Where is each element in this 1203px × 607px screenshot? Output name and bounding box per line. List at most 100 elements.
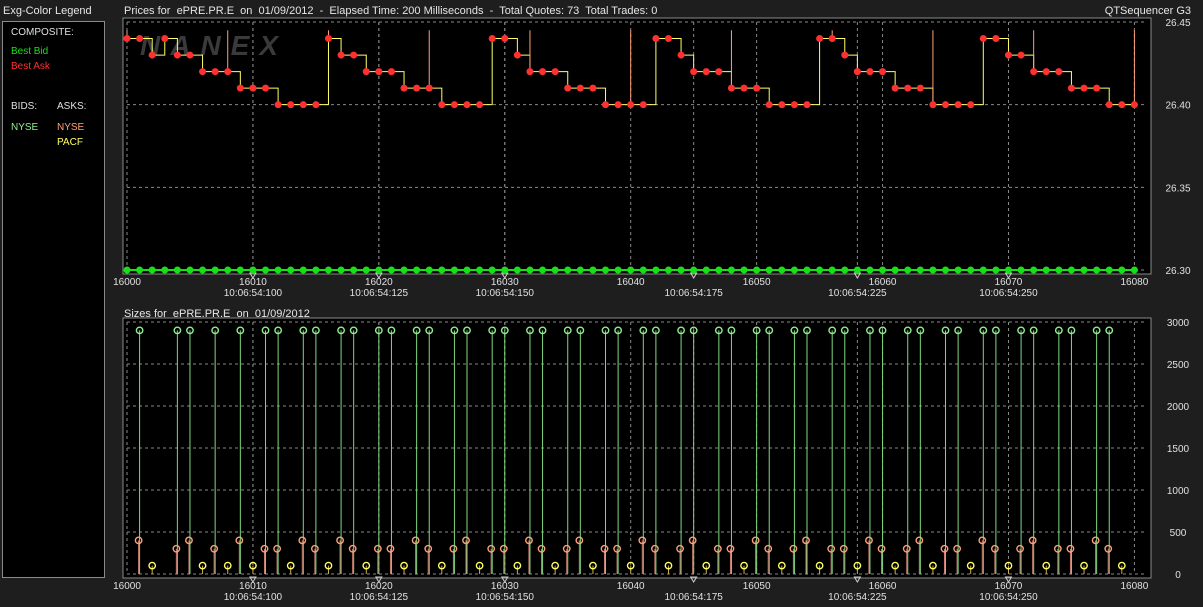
best-ask-point [539,68,547,76]
best-ask-point [1118,101,1126,109]
price-time-label: 10:06:54:225 [828,288,887,299]
best-bid-point [148,266,156,274]
best-bid-point [589,266,597,274]
price-y-tick-label: 26.40 [1165,101,1190,112]
best-ask-point [161,35,169,43]
best-bid-point [639,266,647,274]
best-ask-point [589,84,597,92]
best-ask-point [979,35,987,43]
price-y-tick-label: 26.45 [1165,18,1190,29]
size-time-label: 10:06:54:150 [476,592,535,603]
best-bid-point [312,266,320,274]
size-x-tick-label: 16030 [491,581,519,592]
best-ask-point [765,101,773,109]
best-ask-point [387,68,395,76]
best-bid-point [161,266,169,274]
best-bid-point [627,266,635,274]
best-bid-point [224,266,232,274]
size-x-tick-label: 16060 [869,581,897,592]
best-ask-point [677,51,685,59]
best-bid-point [715,266,723,274]
price-y-tick-label: 26.35 [1165,183,1190,194]
size-y-tick-label: 500 [1170,528,1187,539]
best-bid-point [790,266,798,274]
best-bid-point [942,266,950,274]
best-ask-point [992,35,1000,43]
best-ask-point [841,51,849,59]
best-bid-point [677,266,685,274]
best-bid-point [652,266,660,274]
best-ask-point [942,101,950,109]
best-bid-point [199,266,207,274]
best-bid-point [1118,266,1126,274]
size-x-tick-label: 16020 [365,581,393,592]
best-bid-point [236,266,244,274]
best-bid-point [463,266,471,274]
best-bid-point [488,266,496,274]
best-ask-point [148,51,156,59]
price-time-label: 10:06:54:150 [476,288,535,299]
size-time-label: 10:06:54:225 [828,592,887,603]
best-ask-point [324,35,332,43]
best-ask-point [274,101,282,109]
best-bid-point [186,266,194,274]
best-bid-point [337,266,345,274]
best-bid-point [551,266,559,274]
price-x-tick-label: 16050 [743,277,771,288]
best-bid-point [249,266,257,274]
best-bid-point [564,266,572,274]
best-bid-point [916,266,924,274]
best-ask-point [501,35,509,43]
best-ask-point [715,68,723,76]
size-x-tick-label: 16070 [995,581,1023,592]
best-bid-point [476,266,484,274]
best-ask-point [652,35,660,43]
best-bid-point [1030,266,1038,274]
best-ask-point [929,101,937,109]
best-ask-point [614,101,622,109]
best-bid-point [992,266,1000,274]
best-bid-point [413,266,421,274]
best-ask-point [186,51,194,59]
best-bid-point [891,266,899,274]
best-bid-point [1055,266,1063,274]
best-ask-point [1004,51,1012,59]
best-ask-point [576,84,584,92]
best-ask-point [413,84,421,92]
best-ask-point [1130,101,1138,109]
best-ask-point [866,68,874,76]
price-y-tick-label: 26.30 [1165,266,1190,277]
best-bid-point [173,266,181,274]
best-bid-point [1017,266,1025,274]
best-ask-point [1055,68,1063,76]
best-ask-point [803,101,811,109]
price-x-tick-label: 16040 [617,277,645,288]
best-bid-point [362,266,370,274]
best-bid-point [979,266,987,274]
size-y-tick-label: 1500 [1167,444,1190,455]
best-ask-point [375,68,383,76]
price-time-label: 10:06:54:250 [979,288,1038,299]
best-bid-point [501,266,509,274]
best-ask-point [664,35,672,43]
best-bid-point [287,266,295,274]
best-bid-point [513,266,521,274]
best-ask-point [312,101,320,109]
best-bid-point [929,266,937,274]
nanex-watermark: NANEX [140,30,288,61]
best-ask-point [450,101,458,109]
size-y-tick-label: 2000 [1167,402,1190,413]
best-bid-point [602,266,610,274]
best-ask-point [425,84,433,92]
best-bid-point [123,266,131,274]
best-bid-point [841,266,849,274]
best-ask-point [778,101,786,109]
best-bid-point [1093,266,1101,274]
size-x-tick-label: 16040 [617,581,645,592]
price-x-tick-label: 16060 [869,277,897,288]
best-bid-point [828,266,836,274]
best-bid-point [1042,266,1050,274]
best-ask-point [513,51,521,59]
best-bid-point [904,266,912,274]
best-bid-point [400,266,408,274]
